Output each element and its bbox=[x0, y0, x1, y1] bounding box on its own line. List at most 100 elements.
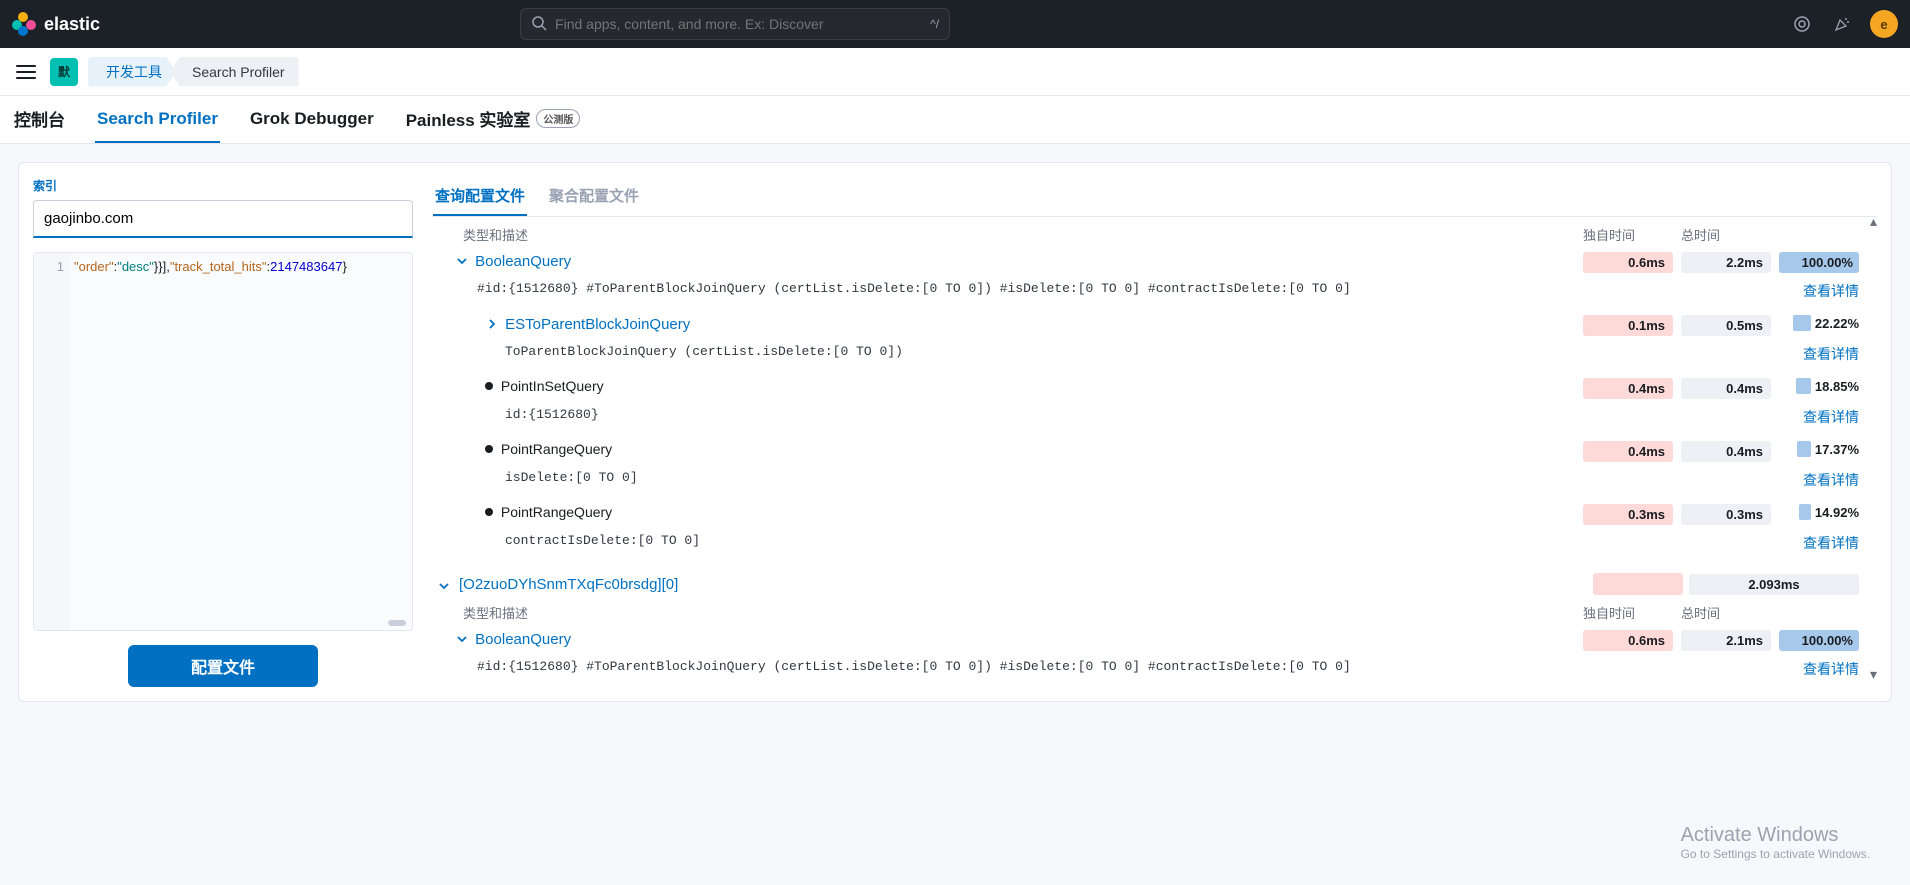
self-time: 0.1ms bbox=[1583, 315, 1673, 336]
celebrate-icon[interactable] bbox=[1830, 12, 1854, 36]
shard-row: [O2zuoDYhSnmTXqFc0brsdg][0] 2.093ms bbox=[433, 563, 1859, 599]
view-detail-link[interactable]: 查看详情 bbox=[1803, 472, 1859, 488]
column-headers-2: 类型和描述 独自时间 总时间 bbox=[433, 599, 1859, 626]
query-desc: #id:{1512680} #ToParentBlockJoinQuery (c… bbox=[433, 659, 1575, 674]
pct-value: 14.92% bbox=[1779, 504, 1859, 520]
query-row: ESToParentBlockJoinQuery 0.1ms 0.5ms 22.22%… bbox=[433, 311, 1859, 368]
breadcrumb-current: Search Profiler bbox=[170, 57, 299, 87]
tab-console[interactable]: 控制台 bbox=[12, 94, 67, 145]
total-time: 0.3ms bbox=[1681, 504, 1771, 525]
shard-name[interactable]: [O2zuoDYhSnmTXqFc0brsdg][0] bbox=[459, 576, 678, 593]
col-total-header: 总时间 bbox=[1681, 603, 1771, 622]
query-row: PointRangeQuery0.3ms0.3ms14.92%contractI… bbox=[433, 500, 1859, 557]
pct-value: 17.37% bbox=[1779, 441, 1859, 457]
editor-gutter: 1 bbox=[34, 253, 70, 630]
tab-painless-label: Painless 实验室 bbox=[406, 106, 531, 131]
self-time: 0.4ms bbox=[1583, 441, 1673, 462]
total-time: 0.4ms bbox=[1681, 441, 1771, 462]
col-self-header: 独自时间 bbox=[1583, 603, 1673, 622]
tab-query-profile[interactable]: 查询配置文件 bbox=[433, 177, 527, 216]
query-desc: id:{1512680} bbox=[433, 407, 1575, 422]
query-desc: ToParentBlockJoinQuery (certList.isDelet… bbox=[433, 344, 1575, 359]
query-name[interactable]: ESToParentBlockJoinQuery bbox=[501, 316, 690, 333]
tab-grok[interactable]: Grok Debugger bbox=[248, 97, 376, 143]
chevron-down-icon[interactable] bbox=[455, 254, 471, 268]
index-label: 索引 bbox=[33, 177, 413, 194]
search-shortcut: ^/ bbox=[930, 17, 939, 31]
pct-value: 22.22% bbox=[1779, 315, 1859, 331]
bullet-icon bbox=[485, 508, 493, 516]
query-name[interactable]: BooleanQuery bbox=[471, 631, 571, 648]
self-time: 0.4ms bbox=[1583, 378, 1673, 399]
query-row: BooleanQuery 0.6ms 2.1ms 100.00% #id:{151268… bbox=[433, 626, 1859, 683]
bullet-icon bbox=[485, 382, 493, 390]
top-header: elastic ^/ e bbox=[0, 0, 1910, 48]
query-desc: isDelete:[0 TO 0] bbox=[433, 470, 1575, 485]
result-tabs: 查询配置文件 聚合配置文件 bbox=[433, 177, 1877, 217]
pct-value: 100.00% bbox=[1779, 630, 1859, 651]
global-search-input[interactable] bbox=[555, 16, 922, 32]
resize-handle[interactable] bbox=[388, 620, 406, 626]
newsfeed-icon[interactable] bbox=[1790, 12, 1814, 36]
breadcrumb-bar: 默 开发工具 Search Profiler bbox=[0, 48, 1910, 96]
col-self-header: 独自时间 bbox=[1583, 225, 1673, 244]
self-time: 0.6ms bbox=[1583, 630, 1673, 651]
right-column: 查询配置文件 聚合配置文件 ▴ ▾ 类型和描述 独自时间 总时间 Boolean… bbox=[433, 177, 1877, 687]
view-detail-link[interactable]: 查看详情 bbox=[1803, 283, 1859, 299]
profile-button[interactable]: 配置文件 bbox=[128, 645, 318, 687]
tab-search-profiler[interactable]: Search Profiler bbox=[95, 97, 220, 143]
header-right: e bbox=[1790, 10, 1898, 38]
query-row: PointRangeQuery 0.4ms 0.4ms 17.37% isDelete:… bbox=[433, 437, 1859, 494]
breadcrumb: 开发工具 Search Profiler bbox=[88, 57, 299, 87]
query-row: PointInSetQuery 0.4ms 0.4ms 18.85% id:{15126… bbox=[433, 374, 1859, 431]
global-search[interactable]: ^/ bbox=[520, 8, 950, 40]
pct-value: 100.00% bbox=[1779, 252, 1859, 273]
rows-container-2: BooleanQuery 0.6ms 2.1ms 100.00% #id:{151268… bbox=[433, 626, 1859, 687]
query-name: PointRangeQuery bbox=[497, 504, 612, 520]
shard-time: 2.093ms bbox=[1689, 574, 1859, 595]
profiler-panel: 索引 1 "order":"desc"}}],"track_total_hits… bbox=[18, 162, 1892, 702]
breadcrumb-devtools[interactable]: 开发工具 bbox=[88, 57, 176, 87]
beta-badge: 公测版 bbox=[536, 109, 580, 128]
results-area: ▴ ▾ 类型和描述 独自时间 总时间 BooleanQuery 0.6ms 2.2m… bbox=[433, 221, 1877, 687]
index-input[interactable] bbox=[33, 200, 413, 238]
rows-container: BooleanQuery 0.6ms 2.2ms 100.00% #id:{151268… bbox=[433, 248, 1859, 557]
total-time: 0.5ms bbox=[1681, 315, 1771, 336]
view-detail-link[interactable]: 查看详情 bbox=[1803, 346, 1859, 362]
tab-agg-profile[interactable]: 聚合配置文件 bbox=[547, 177, 641, 216]
query-editor[interactable]: 1 "order":"desc"}}],"track_total_hits":2… bbox=[33, 252, 413, 631]
col-type-header: 类型和描述 bbox=[433, 603, 1575, 622]
main-content: 索引 1 "order":"desc"}}],"track_total_hits… bbox=[0, 144, 1910, 885]
space-badge[interactable]: 默 bbox=[50, 58, 78, 86]
search-icon bbox=[531, 15, 547, 34]
scroll-up-icon[interactable]: ▴ bbox=[1870, 221, 1877, 230]
chevron-down-icon[interactable] bbox=[437, 579, 453, 593]
view-detail-link[interactable]: 查看详情 bbox=[1803, 661, 1859, 677]
self-time: 0.6ms bbox=[1583, 252, 1673, 273]
view-detail-link[interactable]: 查看详情 bbox=[1803, 409, 1859, 425]
avatar[interactable]: e bbox=[1870, 10, 1898, 38]
shard-bar bbox=[1593, 573, 1683, 595]
left-column: 索引 1 "order":"desc"}}],"track_total_hits… bbox=[33, 177, 413, 687]
query-name: PointInSetQuery bbox=[497, 378, 604, 394]
query-desc: #id:{1512680} #ToParentBlockJoinQuery (c… bbox=[433, 281, 1575, 296]
query-name: PointRangeQuery bbox=[497, 441, 612, 457]
query-name[interactable]: BooleanQuery bbox=[471, 253, 571, 270]
chevron-down-icon[interactable] bbox=[455, 632, 471, 646]
tab-painless[interactable]: Painless 实验室 公测版 bbox=[404, 94, 583, 145]
query-desc: contractIsDelete:[0 TO 0] bbox=[433, 533, 1575, 548]
query-row: BooleanQuery 0.6ms 2.2ms 100.00% #id:{151268… bbox=[433, 248, 1859, 305]
total-time: 2.1ms bbox=[1681, 630, 1771, 651]
subnav: 控制台 Search Profiler Grok Debugger Painle… bbox=[0, 96, 1910, 144]
scroll-down-icon[interactable]: ▾ bbox=[1870, 666, 1877, 683]
total-time: 0.4ms bbox=[1681, 378, 1771, 399]
elastic-logo-icon bbox=[12, 12, 36, 36]
view-detail-link[interactable]: 查看详情 bbox=[1803, 535, 1859, 551]
chevron-right-icon[interactable] bbox=[485, 317, 501, 331]
total-time: 2.2ms bbox=[1681, 252, 1771, 273]
logo[interactable]: elastic bbox=[12, 12, 100, 36]
col-type-header: 类型和描述 bbox=[433, 225, 1575, 244]
editor-content[interactable]: "order":"desc"}}],"track_total_hits":214… bbox=[70, 253, 412, 630]
pct-value: 18.85% bbox=[1779, 378, 1859, 394]
nav-toggle-icon[interactable] bbox=[12, 58, 40, 86]
